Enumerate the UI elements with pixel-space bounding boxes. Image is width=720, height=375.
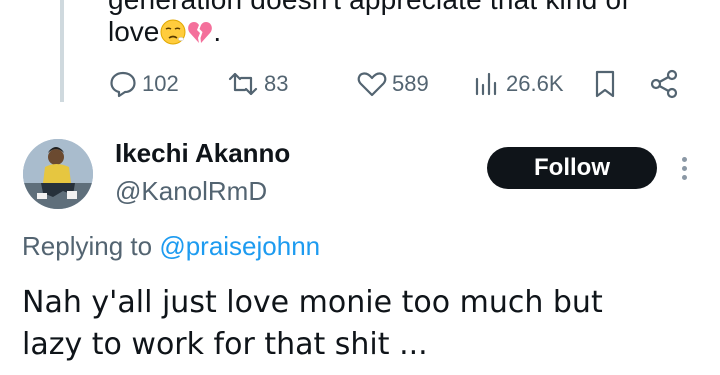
- broken-heart-emoji: [187, 19, 213, 45]
- views-icon: [472, 69, 502, 99]
- follow-button-label: Follow: [534, 154, 610, 181]
- previous-tweet-text: love .: [108, 16, 221, 48]
- like-action[interactable]: 589: [356, 64, 429, 104]
- repost-action[interactable]: 83: [226, 64, 288, 104]
- previous-tweet-text-fragment: love: [108, 16, 160, 47]
- tweet-body-line: Nah y'all just love monie too much but: [22, 285, 603, 320]
- reply-action[interactable]: 102: [108, 64, 179, 104]
- views-count: 26.6K: [506, 71, 564, 96]
- previous-tweet-action-bar: 102 83 589 26.6K: [108, 64, 688, 104]
- views-action[interactable]: 26.6K: [472, 64, 564, 104]
- replying-to-mention[interactable]: @praisejohnn: [159, 231, 320, 261]
- bookmark-icon: [592, 69, 618, 99]
- previous-tweet-cutoff-line: generation doesn't appreciate that kind …: [108, 0, 629, 16]
- tweet-body: Nah y'all just love monie too much but l…: [22, 282, 712, 366]
- sad-face-emoji: [160, 19, 186, 45]
- thread-connector-line: [60, 0, 64, 102]
- heart-icon: [356, 69, 388, 99]
- reply-count: 102: [142, 71, 179, 96]
- avatar[interactable]: [23, 139, 93, 209]
- repost-count: 83: [264, 71, 289, 96]
- replying-to-prefix: Replying to: [22, 231, 153, 261]
- like-count: 589: [392, 71, 429, 96]
- more-options-icon[interactable]: [678, 155, 690, 183]
- author-name[interactable]: Ikechi Akanno: [115, 138, 290, 169]
- avatar-photo: [23, 139, 93, 209]
- repost-icon: [226, 69, 260, 99]
- author-handle[interactable]: @KanolRmD: [115, 176, 267, 207]
- tweet-body-line: lazy to work for that shit ...: [22, 327, 428, 362]
- share-action[interactable]: [648, 64, 680, 104]
- reply-icon: [108, 69, 138, 99]
- replying-to: Replying to @praisejohnn: [22, 231, 320, 262]
- previous-tweet-trailing: .: [213, 16, 222, 47]
- share-icon: [648, 69, 680, 99]
- bookmark-action[interactable]: [592, 64, 618, 104]
- follow-button[interactable]: Follow: [487, 147, 657, 189]
